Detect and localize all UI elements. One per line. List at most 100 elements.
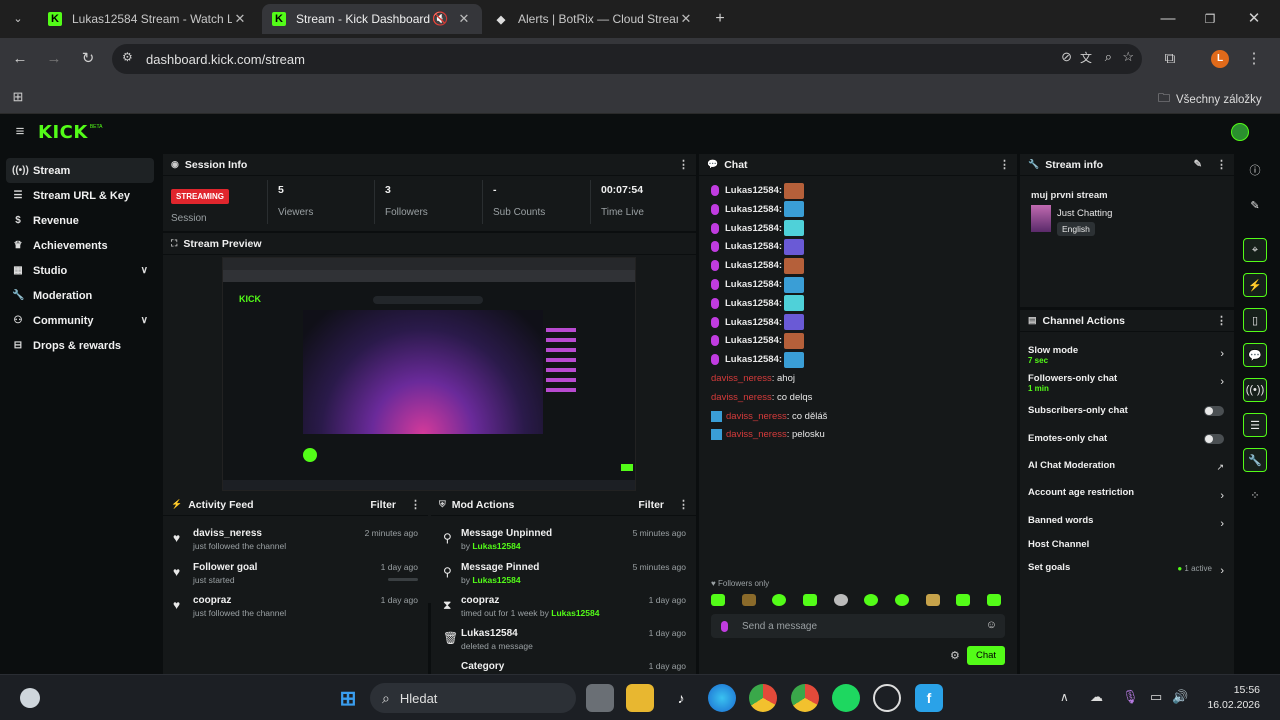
- more-options-icon[interactable]: ⋮: [1216, 158, 1227, 171]
- browser-menu-icon[interactable]: ⋮: [1244, 49, 1264, 69]
- hamburger-menu-icon[interactable]: ≡: [10, 122, 30, 142]
- chrome-icon[interactable]: [749, 684, 777, 712]
- more-options-icon[interactable]: ⋮: [678, 158, 689, 171]
- sidebar-item-stream[interactable]: ((•)) Stream: [6, 158, 154, 183]
- chat-username[interactable]: Lukas12584:: [725, 298, 782, 309]
- emote-button[interactable]: [802, 594, 817, 606]
- close-window-icon[interactable]: ✕: [1244, 9, 1264, 29]
- emote-button[interactable]: [925, 594, 940, 606]
- subscribers-only-toggle[interactable]: [1204, 406, 1224, 416]
- url-field[interactable]: ⚙ dashboard.kick.com/stream ⊘ 文 ⌕ ☆: [112, 44, 1142, 74]
- emote-button[interactable]: [864, 594, 879, 606]
- clock[interactable]: 15:56 16.02.2026: [1200, 684, 1260, 711]
- emote-button[interactable]: [956, 594, 971, 606]
- chat-username[interactable]: Lukas12584:: [725, 204, 782, 215]
- sidebar-item-achievements[interactable]: ♛ Achievements: [0, 233, 160, 258]
- new-tab-icon[interactable]: +: [710, 9, 730, 29]
- close-tab-icon[interactable]: ✕: [456, 11, 472, 27]
- database-icon[interactable]: ☰: [1243, 413, 1267, 437]
- edit-pencil-icon[interactable]: ✎: [1194, 159, 1202, 170]
- emote-button[interactable]: [894, 594, 909, 606]
- target-icon[interactable]: ⌖: [1243, 238, 1267, 262]
- chat-send-button[interactable]: Chat: [967, 646, 1005, 665]
- chat-settings-icon[interactable]: ⚙: [950, 649, 960, 662]
- file-explorer-icon[interactable]: [626, 684, 654, 712]
- add-widget-icon[interactable]: ⁘: [1243, 483, 1267, 507]
- stream-preview-video[interactable]: KICK: [222, 257, 636, 491]
- zoom-icon[interactable]: ⌕: [1105, 49, 1112, 65]
- translate-icon[interactable]: 文: [1080, 49, 1092, 66]
- chat-username[interactable]: daviss_neress: [726, 429, 787, 440]
- media-muted-icon[interactable]: ⊘: [1061, 49, 1072, 65]
- emote-button[interactable]: [833, 594, 848, 606]
- sidebar-item-drops-rewards[interactable]: ⊟ Drops & rewards: [0, 333, 160, 358]
- emote-button[interactable]: [772, 594, 787, 606]
- wrench-icon[interactable]: 🔧: [1243, 448, 1267, 472]
- lightning-icon[interactable]: ⚡: [1243, 273, 1267, 297]
- more-options-icon[interactable]: ⋮: [678, 498, 689, 511]
- chevron-up-icon[interactable]: ∧: [1060, 690, 1069, 704]
- more-options-icon[interactable]: ⋮: [410, 498, 421, 511]
- emote-button[interactable]: [741, 594, 756, 606]
- sidebar-item-moderation[interactable]: 🔧 Moderation: [0, 283, 160, 308]
- chat-input[interactable]: Send a message ☺: [711, 614, 1005, 638]
- emotes-only-toggle[interactable]: [1204, 434, 1224, 444]
- tab-lukas-stream[interactable]: K Lukas12584 Stream - Watch Live ✕: [38, 4, 258, 34]
- bookmark-star-icon[interactable]: ☆: [1122, 49, 1134, 65]
- slow-mode-action[interactable]: Slow mode 7 sec ›: [1028, 345, 1224, 367]
- chat-username[interactable]: daviss_neress: [711, 373, 772, 384]
- mod-action-user[interactable]: Lukas12584: [472, 575, 520, 585]
- network-icon[interactable]: ▭: [1150, 689, 1162, 705]
- category-name[interactable]: Just Chatting: [1057, 208, 1112, 219]
- close-tab-icon[interactable]: ✕: [678, 11, 694, 27]
- filter-button[interactable]: Filter: [638, 499, 664, 511]
- filter-button[interactable]: Filter: [370, 499, 396, 511]
- mod-action-user[interactable]: Lukas12584: [551, 608, 599, 618]
- chat-username[interactable]: Lukas12584:: [725, 335, 782, 346]
- document-icon[interactable]: ▯: [1243, 308, 1267, 332]
- chat-username[interactable]: daviss_neress: [726, 411, 787, 422]
- close-tab-icon[interactable]: ✕: [232, 11, 248, 27]
- profile-avatar[interactable]: L: [1211, 50, 1229, 68]
- host-channel-action[interactable]: Host Channel: [1028, 539, 1224, 561]
- volume-icon[interactable]: 🔊: [1172, 689, 1188, 705]
- ai-moderation-action[interactable]: AI Chat Moderation ↗: [1028, 460, 1224, 482]
- chat-username[interactable]: Lukas12584:: [725, 185, 782, 196]
- minimize-icon[interactable]: —: [1158, 9, 1178, 29]
- chat-username[interactable]: Lukas12584:: [725, 317, 782, 328]
- microphone-icon[interactable]: 🎙: [1122, 689, 1139, 705]
- sidebar-item-stream-url-key[interactable]: ☰ Stream URL & Key: [0, 183, 160, 208]
- app-f-icon[interactable]: f: [915, 684, 943, 712]
- back-icon[interactable]: ←: [10, 49, 30, 69]
- forward-icon[interactable]: →: [44, 49, 64, 69]
- mute-tab-icon[interactable]: 🔇: [432, 11, 448, 27]
- extensions-icon[interactable]: ⧉: [1160, 49, 1180, 69]
- emote-button[interactable]: [711, 594, 725, 606]
- broadcast-icon[interactable]: ((•)): [1243, 378, 1267, 402]
- all-bookmarks-button[interactable]: 🗀 Všechny záložky: [1158, 89, 1262, 110]
- site-info-icon[interactable]: ⚙: [122, 50, 133, 64]
- taskbar-search[interactable]: ⌕ Hledat: [370, 683, 576, 713]
- edit-pencil-icon[interactable]: ✎: [1243, 193, 1267, 217]
- banned-words-action[interactable]: Banned words ›: [1028, 515, 1224, 537]
- spotify-icon[interactable]: [832, 684, 860, 712]
- windows-start-icon[interactable]: ⊞: [334, 684, 362, 712]
- chat-username[interactable]: Lukas12584:: [725, 260, 782, 271]
- kick-logo[interactable]: KICK BETA: [38, 122, 103, 143]
- obs-icon[interactable]: [873, 684, 901, 712]
- edge-icon[interactable]: [708, 684, 736, 712]
- followers-only-action[interactable]: Followers-only chat 1 min ›: [1028, 373, 1224, 395]
- task-view-icon[interactable]: [586, 684, 614, 712]
- tiktok-icon[interactable]: ♪: [667, 684, 695, 712]
- tab-search-icon[interactable]: ⌄: [8, 9, 28, 29]
- chrome-profile-icon[interactable]: [791, 684, 819, 712]
- mod-action-user[interactable]: Lukas12584: [472, 541, 520, 551]
- emote-button[interactable]: [986, 594, 1001, 606]
- sidebar-item-community[interactable]: ⚇ Community ∨: [0, 308, 160, 333]
- onedrive-icon[interactable]: ☁: [1090, 689, 1103, 705]
- weather-icon[interactable]: [20, 688, 40, 708]
- chat-bubble-icon[interactable]: 💬: [1243, 343, 1267, 367]
- set-goals-action[interactable]: Set goals ● 1 active ›: [1028, 562, 1224, 584]
- apps-grid-icon[interactable]: ⊞: [8, 87, 28, 107]
- tab-kick-dashboard[interactable]: K Stream - Kick Dashboard 🔇 ✕: [262, 4, 482, 34]
